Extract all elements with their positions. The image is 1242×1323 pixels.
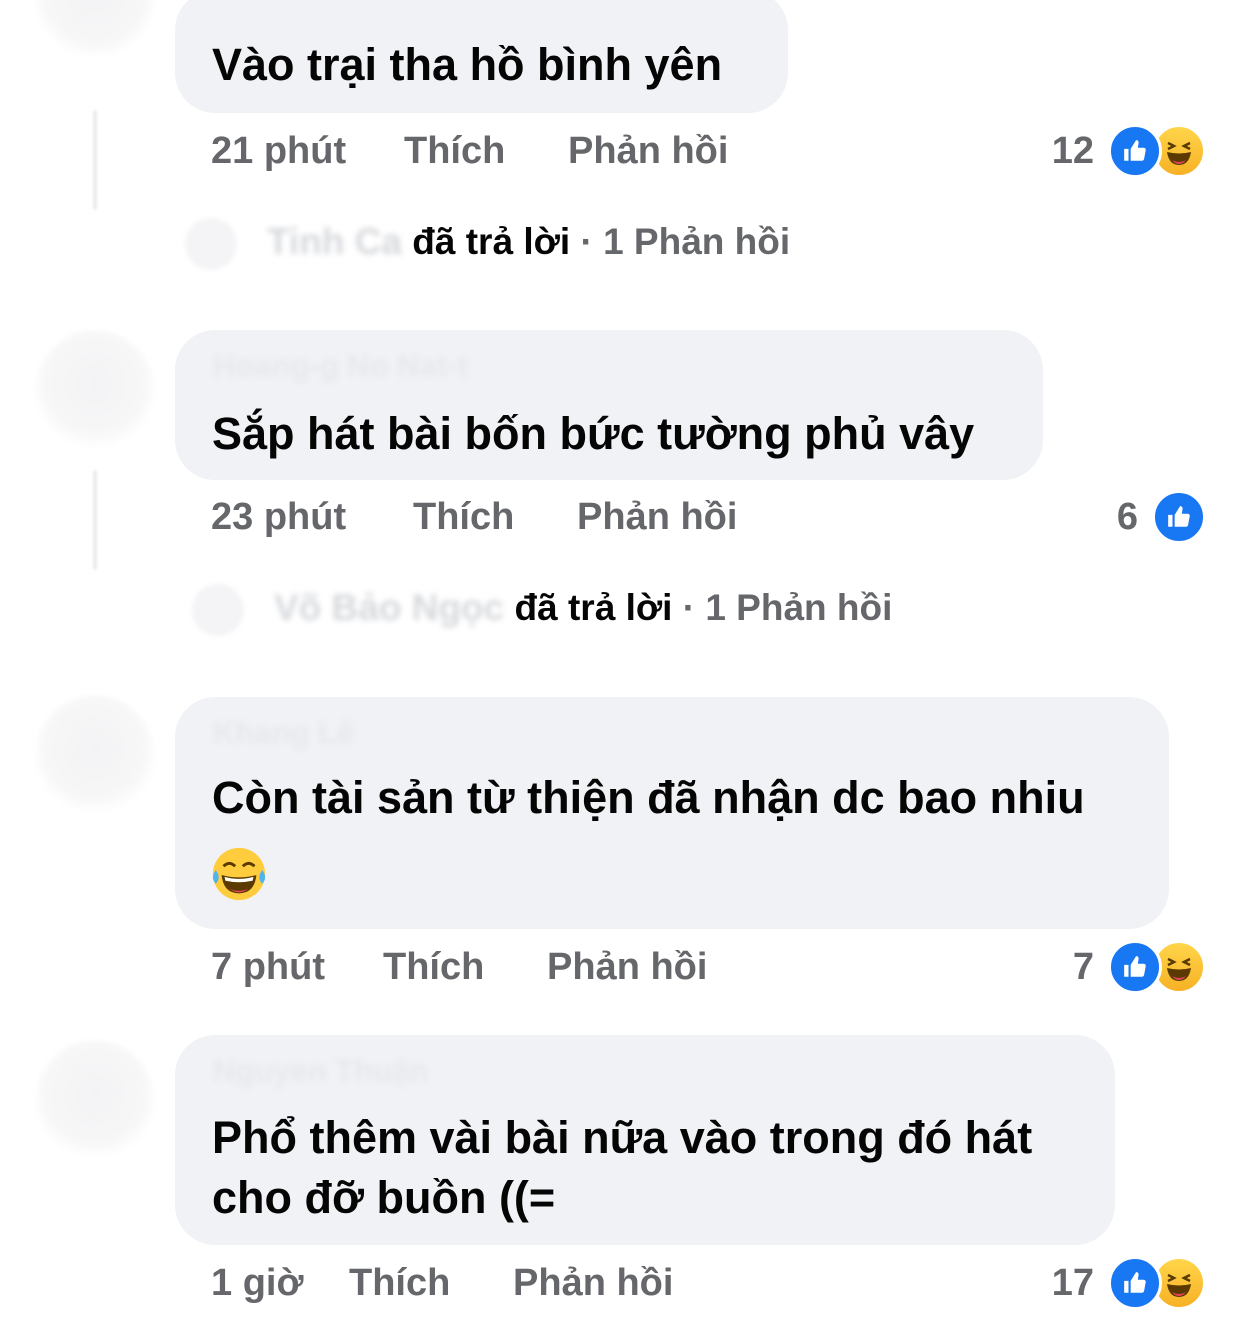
like-icon xyxy=(1108,940,1162,994)
comment-text: Vào trại tha hồ bình yên xyxy=(212,39,723,90)
reply-verb: đã trả lời xyxy=(514,586,673,628)
like-button[interactable]: Thích xyxy=(383,946,484,989)
comment-text: Phổ thêm vài bài nữa vào trong đó hát xyxy=(212,1112,1033,1163)
like-icon xyxy=(1152,490,1206,544)
reply-count: · 1 Phản hồi xyxy=(682,586,893,628)
tears-of-joy-emoji xyxy=(210,845,268,903)
comment-author[interactable]: Nguyen Thuận xyxy=(213,1053,428,1089)
avatar[interactable] xyxy=(35,330,155,450)
avatar[interactable] xyxy=(35,0,155,60)
reply-button[interactable]: Phản hồi xyxy=(577,496,737,539)
reaction-summary[interactable]: 6 xyxy=(1117,490,1206,544)
reply-button[interactable]: Phản hồi xyxy=(547,946,707,989)
comment-meta: 21 phút Thích Phản hồi xyxy=(211,130,811,176)
comment-time[interactable]: 7 phút xyxy=(211,946,325,989)
view-replies-link[interactable]: Tinh Ca đã trả lời · 1 Phản hồi xyxy=(185,218,790,270)
comment-meta: 23 phút Thích Phản hồi xyxy=(211,496,811,542)
view-replies-link[interactable]: Võ Bảo Ngọc đã trả lời · 1 Phản hồi xyxy=(192,584,892,636)
reply-verb: đã trả lời xyxy=(412,220,571,262)
reply-author: Tinh Ca xyxy=(267,220,402,262)
avatar[interactable] xyxy=(35,695,155,815)
comment-time[interactable]: 21 phút xyxy=(211,130,346,173)
like-button[interactable]: Thích xyxy=(404,130,505,173)
comment-bubble: Vào trại tha hồ bình yên xyxy=(175,0,788,113)
reply-author: Võ Bảo Ngọc xyxy=(274,586,505,628)
reply-avatar xyxy=(185,218,237,270)
comment-meta: 1 giờ Thích Phản hồi xyxy=(211,1262,811,1308)
reaction-count: 12 xyxy=(1051,129,1094,172)
thread-line xyxy=(93,110,97,210)
reaction-count: 17 xyxy=(1051,1261,1094,1304)
like-icon xyxy=(1108,124,1162,178)
comment-text: Sắp hát bài bốn bức tường phủ vây xyxy=(212,408,975,459)
reply-button[interactable]: Phản hồi xyxy=(513,1262,673,1305)
reaction-summary[interactable]: 12 xyxy=(1052,124,1206,178)
comment-author[interactable]: Hoang-g No Nat-t xyxy=(213,348,468,384)
comment-bubble: Nguyen Thuận Phổ thêm vài bài nữa vào tr… xyxy=(175,1035,1115,1245)
reaction-summary[interactable]: 17 xyxy=(1052,1256,1206,1310)
comment-meta: 7 phút Thích Phản hồi xyxy=(211,946,811,992)
avatar[interactable] xyxy=(35,1040,155,1160)
reaction-count: 6 xyxy=(1116,495,1138,538)
comment-time[interactable]: 23 phút xyxy=(211,496,346,539)
reply-avatar xyxy=(192,584,244,636)
reply-button[interactable]: Phản hồi xyxy=(568,130,728,173)
comment-author[interactable]: Khang Lê xyxy=(213,715,354,751)
thread-line xyxy=(93,470,97,570)
like-icon xyxy=(1108,1256,1162,1310)
reply-count: · 1 Phản hồi xyxy=(580,220,791,262)
like-button[interactable]: Thích xyxy=(413,496,514,539)
comment-bubble: Khang Lê Còn tài sản từ thiện đã nhận dc… xyxy=(175,697,1169,929)
reaction-count: 7 xyxy=(1072,945,1094,988)
reaction-summary[interactable]: 7 xyxy=(1073,940,1206,994)
comment-text: cho đỡ buồn ((= xyxy=(212,1172,556,1223)
like-button[interactable]: Thích xyxy=(349,1262,450,1305)
comment-text: Còn tài sản từ thiện đã nhận dc bao nhiu xyxy=(212,772,1085,823)
comment-time[interactable]: 1 giờ xyxy=(211,1262,303,1305)
comment-bubble: Hoang-g No Nat-t Sắp hát bài bốn bức tườ… xyxy=(175,330,1043,480)
